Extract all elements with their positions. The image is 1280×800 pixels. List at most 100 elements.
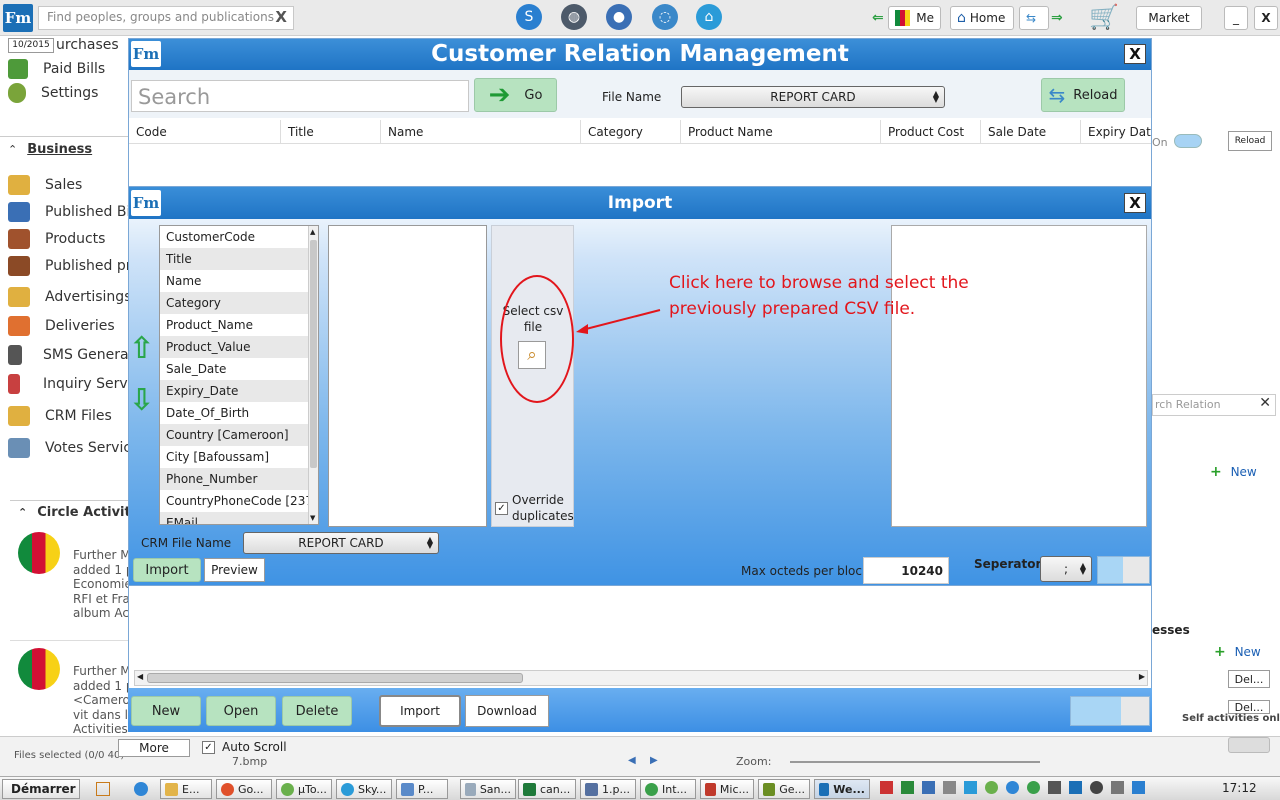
chat-icon[interactable]: ◌ [652,4,678,30]
list-item[interactable]: Product_Value [160,336,318,358]
override-duplicates-checkbox[interactable]: ✓ [495,502,508,515]
download-button[interactable]: Download [465,695,549,727]
global-search-input[interactable]: Find peoples, groups and publications X [38,6,294,30]
taskbar-item[interactable]: Int... [640,779,696,799]
tray-icon[interactable] [1006,781,1019,794]
sidebar-item-published-bills[interactable]: Published Bills [8,201,145,223]
zoom-slider[interactable] [790,761,1040,763]
column-header-sale-date[interactable]: Sale Date [981,120,1081,144]
column-header-product-cost[interactable]: Product Cost [881,120,981,144]
sidebar-item-advertisings[interactable]: Advertisings [8,286,132,308]
crm-file-name-select[interactable]: REPORT CARD ▲ ▼ [243,532,439,554]
list-item[interactable]: Country [Cameroon] [160,424,318,446]
import-main-button[interactable]: Import [379,695,461,727]
more-button[interactable]: More [118,739,190,757]
scroll-right-arrow-icon[interactable]: ▶ [1139,672,1145,681]
skype-icon[interactable]: S [516,4,542,30]
arrow-up-icon[interactable]: ⇧ [129,333,157,365]
taskbar-item[interactable]: Mic... [700,779,754,799]
start-button[interactable]: Démarrer [2,779,80,799]
list-item[interactable]: Category [160,292,318,314]
delete-small-button[interactable]: Del... [1228,670,1270,688]
tray-icon[interactable] [1111,781,1124,794]
column-header-expiry-date[interactable]: Expiry Date [1081,120,1151,144]
list-item[interactable]: Phone_Number [160,468,318,490]
column-header-title[interactable]: Title [281,120,381,144]
arrow-down-icon[interactable]: ⇩ [129,385,157,417]
field-list[interactable]: CustomerCode Title Name Category Product… [159,225,319,525]
minimize-button[interactable]: _ [1224,6,1248,30]
sidebar-item-paid-bills[interactable]: Paid Bills [8,58,105,80]
activity-item[interactable]: Further Ma added 1 p Economie RFI et Fra… [18,532,138,642]
list-item[interactable]: Sale_Date [160,358,318,380]
tray-icon[interactable] [880,781,893,794]
preview-button[interactable]: Preview [204,558,265,582]
column-header-code[interactable]: Code [129,120,281,144]
scroll-up-arrow-icon[interactable]: ▲ [310,228,315,236]
ie-icon[interactable] [134,782,148,796]
taskbar-item[interactable]: Ge... [758,779,810,799]
crm-close-button[interactable]: X [1124,44,1146,64]
list-item[interactable]: Expiry_Date [160,380,318,402]
separator-select[interactable]: ; ▲ ▼ [1040,556,1092,582]
mapped-fields-box[interactable] [328,225,487,527]
tray-icon[interactable] [1048,781,1061,794]
column-header-product-name[interactable]: Product Name [681,120,881,144]
list-item[interactable]: CountryPhoneCode [237] [160,490,318,512]
new-link[interactable]: + New [1210,464,1257,480]
home-button[interactable]: ⌂ Home [950,6,1014,30]
toggle-switch[interactable] [1070,696,1150,726]
cart-icon[interactable]: 🛒 [1088,3,1120,31]
sync-button[interactable]: ⇆ [1019,6,1049,30]
sidebar-item-votes-service[interactable]: Votes Service [8,437,140,459]
bottom-toggle-switch[interactable] [1228,737,1270,753]
on-toggle[interactable] [1174,134,1202,148]
tray-icon[interactable] [943,781,956,794]
taskbar-item[interactable]: P... [396,779,448,799]
list-item[interactable]: EMail [160,512,318,524]
list-item[interactable]: Title [160,248,318,270]
tray-icon[interactable] [1090,781,1103,794]
people-icon[interactable]: ● [606,4,632,30]
basket-icon[interactable]: ⌂ [696,4,722,30]
sidebar-item-settings[interactable]: Settings [8,82,98,104]
tray-icon[interactable] [964,781,977,794]
column-header-category[interactable]: Category [581,120,681,144]
list-item[interactable]: Product_Name [160,314,318,336]
media-icon[interactable] [96,782,110,796]
import-toggle-switch[interactable] [1097,556,1150,584]
import-button[interactable]: Import [133,558,201,582]
import-close-button[interactable]: X [1124,193,1146,213]
back-arrow-icon[interactable]: ⇐ [872,10,884,26]
horizontal-scrollbar[interactable]: ◀ ▶ [134,670,1148,686]
tray-icon[interactable] [1132,781,1145,794]
sidebar-item-products[interactable]: Products [8,228,105,250]
sidebar-item-inquiry-service[interactable]: Inquiry Servic [8,373,139,395]
list-item[interactable]: Date_Of_Birth [160,402,318,424]
open-button[interactable]: Open [206,696,276,726]
taskbar-item[interactable]: Go... [216,779,272,799]
crm-search-input[interactable]: Search [131,80,469,112]
taskbar-item[interactable]: San... [460,779,516,799]
go-button[interactable]: ➔ Go [474,78,557,112]
reload-button[interactable]: ⇆ Reload [1041,78,1125,112]
scroll-thumb[interactable] [147,673,523,683]
list-item[interactable]: CustomerCode [160,226,318,248]
nav-next-icon[interactable]: ▶ [650,755,658,766]
file-name-select[interactable]: REPORT CARD ▲ ▼ [681,86,945,108]
relation-search-input[interactable]: rch Relation ✕ [1152,394,1276,416]
close-icon[interactable]: X [275,8,287,26]
delete-small-button[interactable]: Del... [1228,700,1270,714]
column-header-name[interactable]: Name [381,120,581,144]
sidebar-item-sales[interactable]: Sales [8,174,82,196]
circle-activities-header[interactable]: ⌃ Circle Activitie [18,501,144,523]
tray-icon[interactable] [1027,781,1040,794]
fm-logo[interactable]: Fm [3,4,33,32]
forward-arrow-icon[interactable]: ⇒ [1051,10,1063,26]
taskbar-item[interactable]: E... [160,779,212,799]
tray-icon[interactable] [1069,781,1082,794]
tray-icon[interactable] [985,781,998,794]
sidebar-item-sms-generator[interactable]: SMS Generato [8,344,143,366]
sidebar-item-crm-files[interactable]: CRM Files [8,405,112,427]
scroll-thumb[interactable] [310,240,317,468]
